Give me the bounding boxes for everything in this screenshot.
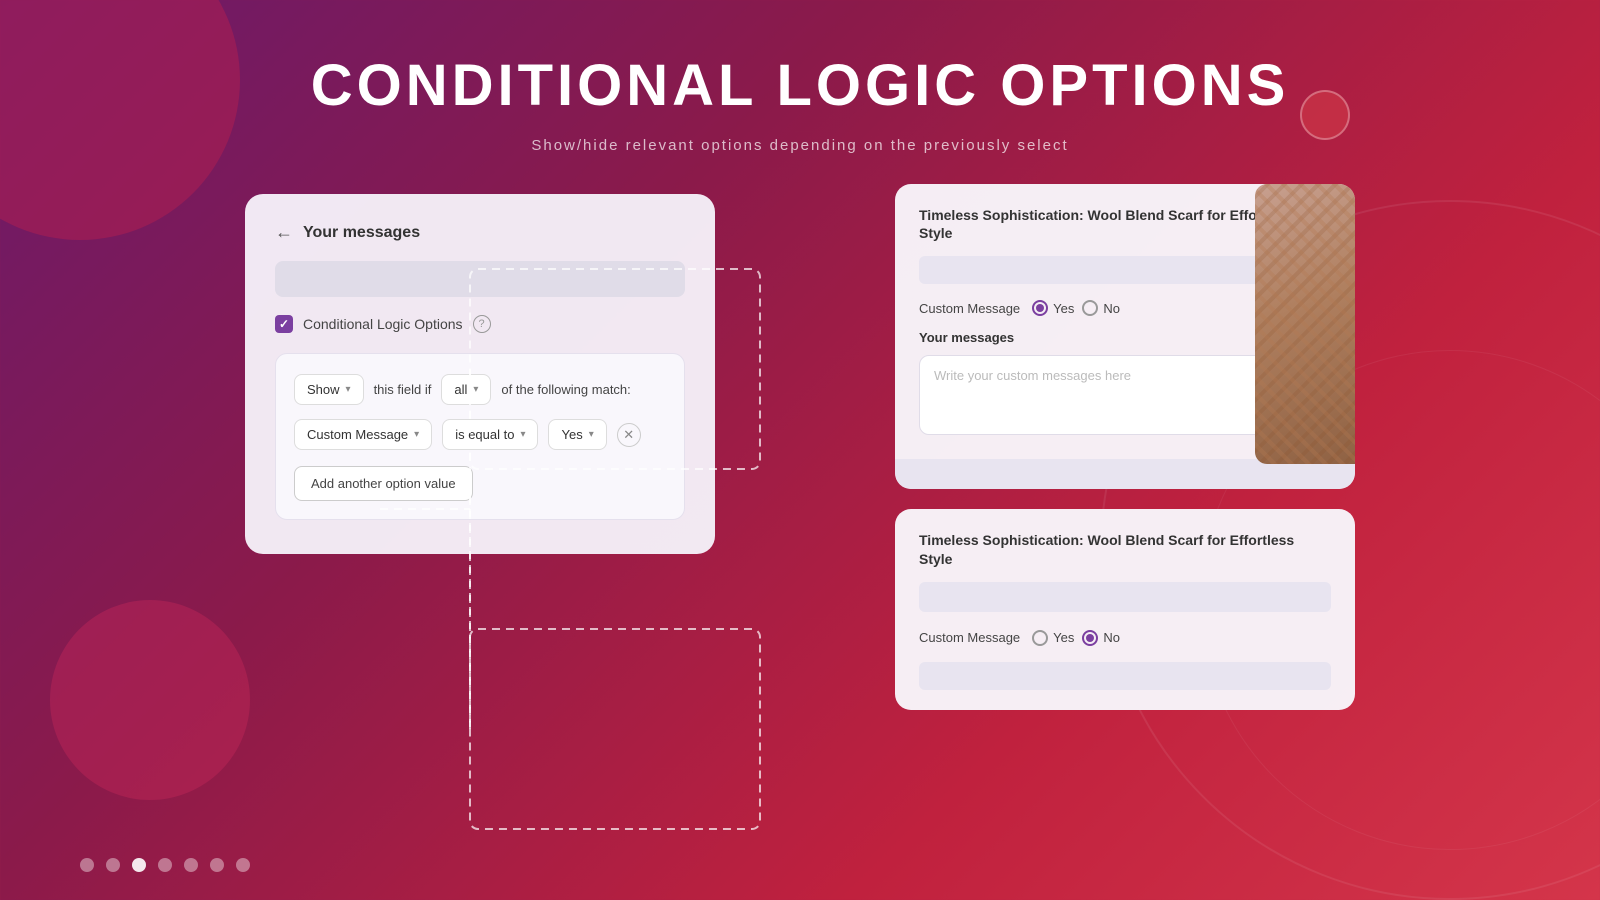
value-arrow-icon: ▾ (589, 429, 594, 440)
back-arrow-icon[interactable]: ← (275, 222, 293, 243)
top-no-label: No (1103, 301, 1120, 316)
panel-header: ← Your messages (275, 222, 685, 243)
remove-condition-button[interactable]: ✕ (617, 423, 641, 447)
top-radio-group: Yes No (1032, 300, 1120, 316)
add-option-button[interactable]: Add another option value (294, 466, 473, 501)
condition-row-2: Custom Message ▾ is equal to ▾ Yes ▾ ✕ (294, 419, 666, 450)
help-icon[interactable]: ? (473, 315, 491, 333)
top-yes-radio-circle (1032, 300, 1048, 316)
content-area: ← Your messages Conditional Logic Option… (0, 154, 1600, 710)
bottom-yes-radio[interactable]: Yes (1032, 630, 1074, 646)
all-arrow-icon: ▾ (473, 384, 478, 395)
panel-title: Your messages (303, 224, 420, 242)
top-no-radio[interactable]: No (1082, 300, 1120, 316)
this-field-text: this field if (374, 382, 432, 397)
bottom-product-card: Timeless Sophistication: Wool Blend Scar… (895, 509, 1355, 709)
bottom-card-bar-2 (919, 662, 1331, 690)
top-custom-message-label: Custom Message (919, 301, 1020, 316)
dot-7[interactable] (236, 858, 250, 872)
show-label: Show (307, 382, 340, 397)
scarf-image (1255, 184, 1355, 464)
bottom-no-label: No (1103, 630, 1120, 645)
top-no-radio-circle (1082, 300, 1098, 316)
top-yes-label: Yes (1053, 301, 1074, 316)
operator-dropdown[interactable]: is equal to ▾ (442, 419, 538, 450)
bottom-custom-message-label: Custom Message (919, 630, 1020, 645)
dot-5[interactable] (184, 858, 198, 872)
all-dropdown[interactable]: all ▾ (441, 374, 491, 405)
value-label: Yes (561, 427, 582, 442)
bottom-option-row: Custom Message Yes No (919, 630, 1331, 646)
top-right-decoration (1300, 90, 1350, 140)
bottom-card-bar (919, 582, 1331, 612)
bottom-no-radio[interactable]: No (1082, 630, 1120, 646)
field-dropdown[interactable]: Custom Message ▾ (294, 419, 432, 450)
dot-1[interactable] (80, 858, 94, 872)
show-arrow-icon: ▾ (346, 384, 351, 395)
show-dropdown[interactable]: Show ▾ (294, 374, 364, 405)
top-yes-radio[interactable]: Yes (1032, 300, 1074, 316)
page-header: CONDITIONAL LOGIC OPTIONS Show/hide rele… (0, 0, 1600, 154)
page-subtitle: Show/hide relevant options depending on … (0, 137, 1600, 154)
bottom-radio-group: Yes No (1032, 630, 1120, 646)
operator-arrow-icon: ▾ (520, 429, 525, 440)
value-dropdown[interactable]: Yes ▾ (548, 419, 606, 450)
bottom-product-title: Timeless Sophistication: Wool Blend Scar… (919, 531, 1331, 567)
right-panels: Timeless Sophistication: Wool Blend Scar… (895, 184, 1355, 710)
field-arrow-icon: ▾ (414, 429, 419, 440)
bottom-no-radio-circle (1082, 630, 1098, 646)
condition-row-1: Show ▾ this field if all ▾ of the follow… (294, 374, 666, 405)
dots-navigation (80, 858, 250, 872)
dot-3[interactable] (132, 858, 146, 872)
scarf-texture (1255, 184, 1355, 464)
left-panel: ← Your messages Conditional Logic Option… (245, 194, 715, 554)
dot-4[interactable] (158, 858, 172, 872)
page-title: CONDITIONAL LOGIC OPTIONS (0, 52, 1600, 119)
all-label: all (454, 382, 467, 397)
search-bar[interactable] (275, 261, 685, 297)
top-product-card: Timeless Sophistication: Wool Blend Scar… (895, 184, 1355, 489)
following-text: of the following match: (501, 382, 630, 397)
bottom-yes-radio-circle (1032, 630, 1048, 646)
checkbox-label: Conditional Logic Options (303, 316, 463, 332)
checkbox-row: Conditional Logic Options ? (275, 315, 685, 333)
dot-6[interactable] (210, 858, 224, 872)
operator-label: is equal to (455, 427, 514, 442)
bottom-yes-label: Yes (1053, 630, 1074, 645)
field-label: Custom Message (307, 427, 408, 442)
condition-box: Show ▾ this field if all ▾ of the follow… (275, 353, 685, 520)
dot-2[interactable] (106, 858, 120, 872)
conditional-logic-checkbox[interactable] (275, 315, 293, 333)
